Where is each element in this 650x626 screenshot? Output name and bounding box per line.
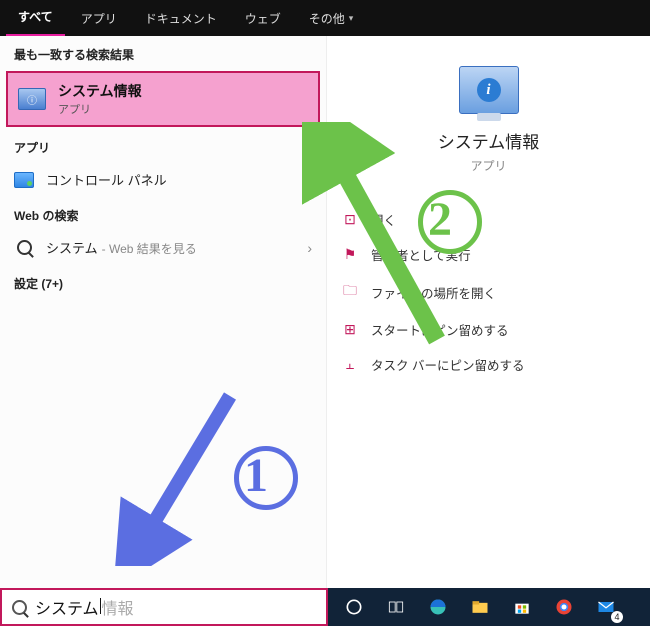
pin-taskbar-icon: ⫠ (341, 356, 359, 373)
annotation-step-2: 2 (428, 192, 452, 247)
search-autocomplete: 情報 (102, 595, 134, 619)
chrome-icon[interactable] (544, 588, 584, 626)
search-icon (12, 600, 27, 615)
microsoft-store-icon[interactable] (502, 588, 542, 626)
mail-icon[interactable] (586, 588, 626, 626)
tab-apps[interactable]: アプリ (69, 1, 129, 36)
tab-more[interactable]: その他 ▾ (297, 1, 366, 36)
bottom-bar: システム情報 (0, 588, 650, 626)
preview-subtitle: アプリ (327, 157, 650, 174)
preview-column: i システム情報 アプリ ⊡ 開く ⚑ 管理者として実行 🗀 ファイルの場所を開… (327, 36, 650, 588)
annotation-step-1: 1 (244, 448, 268, 503)
system-info-icon: ⓘ (18, 88, 46, 110)
control-panel-label: コントロール パネル (46, 170, 295, 189)
file-explorer-icon[interactable] (460, 588, 500, 626)
tab-more-label: その他 (309, 10, 345, 27)
cortana-icon[interactable] (334, 588, 374, 626)
action-open-location[interactable]: 🗀 ファイルの場所を開く (335, 272, 640, 312)
taskbar-search-box[interactable]: システム情報 (0, 588, 328, 626)
result-web-search[interactable]: システム - Web 結果を見る › (0, 230, 326, 265)
search-typed-text: システム (35, 595, 99, 619)
chevron-down-icon: ▾ (349, 13, 354, 24)
web-suffix: - Web 結果を見る (102, 240, 197, 257)
edge-icon[interactable] (418, 588, 458, 626)
search-body: 最も一致する検索結果 ⓘ システム情報 アプリ アプリ コントロール パネル ›… (0, 36, 650, 588)
preview-title: システム情報 (327, 128, 650, 153)
action-open-location-label: ファイルの場所を開く (371, 283, 496, 302)
web-query: システム (46, 238, 98, 257)
preview-actions: ⊡ 開く ⚑ 管理者として実行 🗀 ファイルの場所を開く ⊞ スタートにピン留め… (327, 202, 650, 382)
action-pin-taskbar[interactable]: ⫠ タスク バーにピン留めする (335, 347, 640, 382)
search-tabs: すべて アプリ ドキュメント ウェブ その他 ▾ (0, 0, 650, 36)
action-open[interactable]: ⊡ 開く (335, 202, 640, 237)
chevron-right-icon: › (307, 240, 312, 256)
tab-documents[interactable]: ドキュメント (133, 1, 229, 36)
action-open-label: 開く (371, 210, 396, 229)
action-run-admin[interactable]: ⚑ 管理者として実行 (335, 237, 640, 272)
pin-start-icon: ⊞ (341, 321, 359, 338)
action-pin-start[interactable]: ⊞ スタートにピン留めする (335, 312, 640, 347)
best-match-title: システム情報 (58, 81, 142, 101)
chevron-right-icon: › (307, 172, 312, 188)
control-panel-icon (14, 171, 34, 189)
action-pin-start-label: スタートにピン留めする (371, 320, 509, 339)
settings-header: 設定 (7+) (0, 265, 326, 298)
search-icon (14, 239, 34, 257)
folder-icon: 🗀 (341, 280, 359, 304)
tab-all[interactable]: すべて (6, 0, 65, 37)
web-header: Web の検索 (0, 197, 326, 230)
preview-app-icon: i (459, 66, 519, 114)
best-match-subtitle: アプリ (58, 101, 142, 117)
open-icon: ⊡ (341, 211, 359, 228)
result-control-panel[interactable]: コントロール パネル › (0, 162, 326, 197)
taskview-icon[interactable] (376, 588, 416, 626)
admin-icon: ⚑ (341, 246, 359, 263)
best-match-header: 最も一致する検索結果 (0, 36, 326, 69)
apps-header: アプリ (0, 129, 326, 162)
best-match-item[interactable]: ⓘ システム情報 アプリ (6, 71, 320, 127)
tab-web[interactable]: ウェブ (233, 1, 293, 36)
taskbar (328, 588, 650, 626)
action-pin-taskbar-label: タスク バーにピン留めする (371, 355, 524, 374)
